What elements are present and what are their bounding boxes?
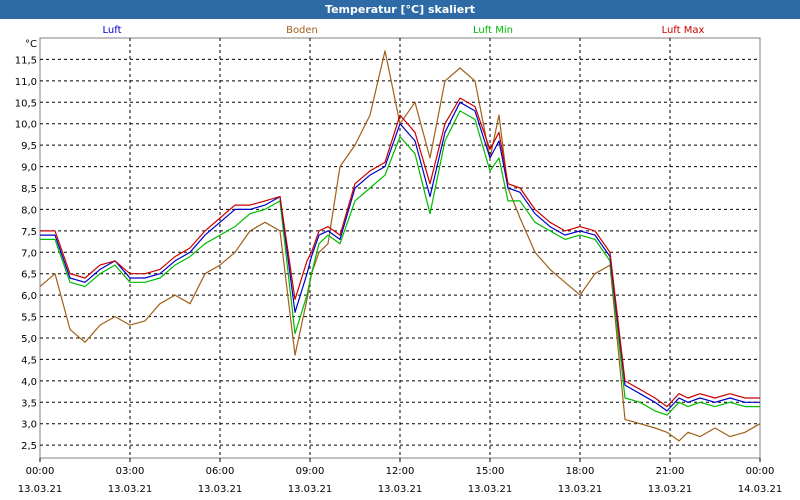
y-tick-label: 10,5 (15, 98, 37, 109)
legend-item-boden: Boden (286, 25, 318, 36)
x-tick-time: 21:00 (656, 466, 685, 477)
x-tick-date: 13.03.21 (468, 484, 513, 495)
y-tick-label: 9,0 (21, 163, 37, 174)
y-axis: 11,5 11,0 10,5 10,0 9,5 9,0 8,5 8,0 7,5 7,0 6,5 6,0… (15, 39, 37, 452)
y-tick-label: 5,0 (21, 334, 37, 345)
y-tick-label: 3,5 (21, 398, 37, 409)
x-tick-time: 00:00 (746, 466, 775, 477)
legend-item-luft: Luft (103, 25, 122, 36)
x-tick-date: 13.03.21 (198, 484, 243, 495)
x-tick-time: 03:00 (116, 466, 145, 477)
x-tick-time: 09:00 (296, 466, 325, 477)
x-tick-date: 13.03.21 (648, 484, 693, 495)
legend-item-luft-min: Luft Min (473, 25, 513, 36)
x-axis: 00:00 13.03.21 03:00 13.03.21 06:00 13.03.21 0… (18, 458, 783, 495)
y-tick-label: 4,5 (21, 355, 37, 366)
y-tick-label: 8,5 (21, 184, 37, 195)
y-tick-label: 8,0 (21, 205, 37, 216)
y-tick-label: 7,0 (21, 248, 37, 259)
x-tick-date: 13.03.21 (378, 484, 423, 495)
y-tick-label: 10,0 (15, 120, 37, 131)
y-tick-label: 7,5 (21, 227, 37, 238)
y-axis-unit: °C (25, 39, 37, 50)
x-tick-time: 15:00 (476, 466, 505, 477)
x-tick-date: 13.03.21 (558, 484, 603, 495)
y-tick-label: 5,5 (21, 313, 37, 324)
y-tick-label: 6,0 (21, 291, 37, 302)
x-tick-date: 13.03.21 (288, 484, 333, 495)
x-tick-time: 00:00 (26, 466, 55, 477)
y-tick-label: 2,5 (21, 441, 37, 452)
chart: Luft Boden Luft Min Luft Max 11,5 11,0 10,5 10… (15, 25, 783, 495)
y-tick-label: 9,5 (21, 141, 37, 152)
x-tick-date: 14.03.21 (738, 484, 783, 495)
legend-item-luft-max: Luft Max (662, 25, 705, 36)
x-tick-time: 18:00 (566, 466, 595, 477)
y-tick-label: 6,5 (21, 270, 37, 281)
x-tick-time: 12:00 (386, 466, 415, 477)
y-tick-label: 4,0 (21, 377, 37, 388)
y-tick-label: 3,0 (21, 420, 37, 431)
x-tick-time: 06:00 (206, 466, 235, 477)
x-tick-date: 13.03.21 (18, 484, 63, 495)
y-tick-label: 11,0 (15, 77, 37, 88)
legend: Luft Boden Luft Min Luft Max (103, 25, 705, 36)
x-tick-date: 13.03.21 (108, 484, 153, 495)
window-title: Temperatur [°C] skaliert (0, 0, 800, 19)
y-tick-label: 11,5 (15, 55, 37, 66)
